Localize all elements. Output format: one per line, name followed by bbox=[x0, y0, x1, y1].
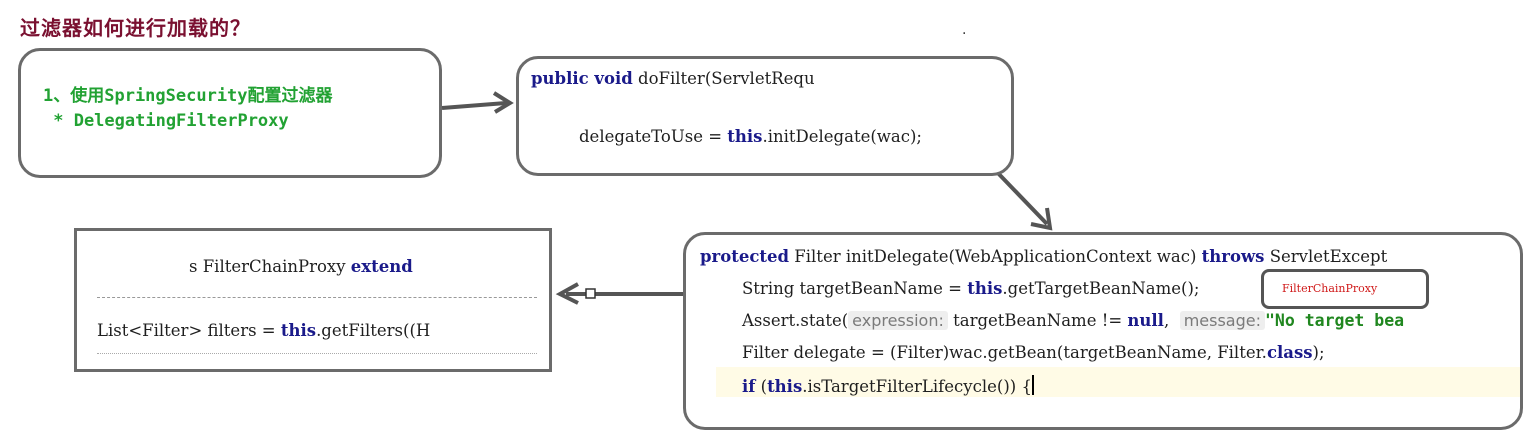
keyword: this bbox=[280, 321, 317, 340]
keyword: protected bbox=[700, 247, 790, 266]
param-hint-message: message: bbox=[1179, 311, 1265, 330]
get-bean-line: Filter delegate = (Filter)wac.getBean(ta… bbox=[742, 343, 1325, 362]
cropped-line-bottom bbox=[97, 353, 537, 360]
string-literal: "No target bea bbox=[1264, 311, 1405, 330]
annotation-callout: FilterChainProxy bbox=[1261, 269, 1429, 309]
arrow-handle bbox=[585, 288, 596, 299]
arrow-box1-to-box2 bbox=[441, 101, 507, 110]
code-text: ServletExcept bbox=[1264, 247, 1388, 266]
keyword: public void bbox=[531, 69, 633, 88]
step1-class-name: * DelegatingFilterProxy bbox=[43, 111, 289, 131]
code-text: .getTargetBeanName(); bbox=[1002, 279, 1200, 298]
get-filters-line: List<Filter> filters = this.getFilters((… bbox=[97, 321, 430, 340]
keyword: throws bbox=[1201, 247, 1265, 266]
keyword: this bbox=[967, 279, 1003, 298]
dofilter-code-box: public void doFilter(ServletRequ delegat… bbox=[516, 56, 1014, 176]
code-text: ( bbox=[755, 377, 768, 396]
keyword: if bbox=[742, 377, 756, 396]
keyword: null bbox=[1127, 311, 1164, 330]
initdelegate-signature: protected Filter initDelegate(WebApplica… bbox=[700, 247, 1387, 266]
code-text: .getFilters((H bbox=[316, 321, 431, 340]
param-hint-expression: expression: bbox=[848, 311, 948, 330]
target-bean-name-line: String targetBeanName = this.getTargetBe… bbox=[742, 279, 1199, 298]
dofilter-signature: public void doFilter(ServletRequ bbox=[531, 69, 815, 88]
code-text: delegateToUse = bbox=[579, 127, 728, 146]
code-text: .initDelegate(wac); bbox=[762, 127, 922, 146]
code-text: , bbox=[1163, 311, 1170, 330]
code-text: .isTargetFilterLifecycle()) { bbox=[802, 377, 1032, 396]
code-text: doFilter(ServletRequ bbox=[632, 69, 815, 88]
cropped-line-top bbox=[97, 297, 537, 304]
keyword: extend bbox=[350, 257, 413, 276]
code-text: String targetBeanName = bbox=[742, 279, 968, 298]
class-declaration: s FilterChainProxy extend bbox=[189, 257, 413, 276]
keyword: this bbox=[727, 127, 763, 146]
initdelegate-code-box: protected Filter initDelegate(WebApplica… bbox=[683, 232, 1523, 430]
arrow-box2-to-box4 bbox=[993, 168, 1049, 226]
code-text: Filter delegate = (Filter)wac.getBean(ta… bbox=[742, 343, 1267, 362]
delegate-assignment: delegateToUse = this.initDelegate(wac); bbox=[579, 127, 922, 146]
step1-text: 1、使用SpringSecurity配置过滤器 bbox=[43, 86, 333, 106]
annotation-text: FilterChainProxy bbox=[1282, 282, 1378, 295]
code-text: ); bbox=[1312, 343, 1325, 362]
assert-state-line: Assert.state(expression: targetBeanName … bbox=[742, 311, 1404, 330]
filterchainproxy-code-box: s FilterChainProxy extend List<Filter> f… bbox=[74, 228, 552, 372]
code-text: s FilterChainProxy bbox=[189, 257, 351, 276]
code-text: targetBeanName != bbox=[947, 311, 1128, 330]
step1-box: 1、使用SpringSecurity配置过滤器 * DelegatingFilt… bbox=[18, 48, 442, 178]
code-text: Assert.state( bbox=[742, 311, 849, 330]
text-caret bbox=[1031, 375, 1034, 395]
keyword: class bbox=[1266, 343, 1313, 362]
code-text: List<Filter> filters = bbox=[97, 321, 281, 340]
code-text: Filter initDelegate(WebApplicationContex… bbox=[789, 247, 1202, 266]
keyword: this bbox=[767, 377, 803, 396]
if-lifecycle-line: if (this.isTargetFilterLifecycle()) { bbox=[742, 375, 1034, 396]
